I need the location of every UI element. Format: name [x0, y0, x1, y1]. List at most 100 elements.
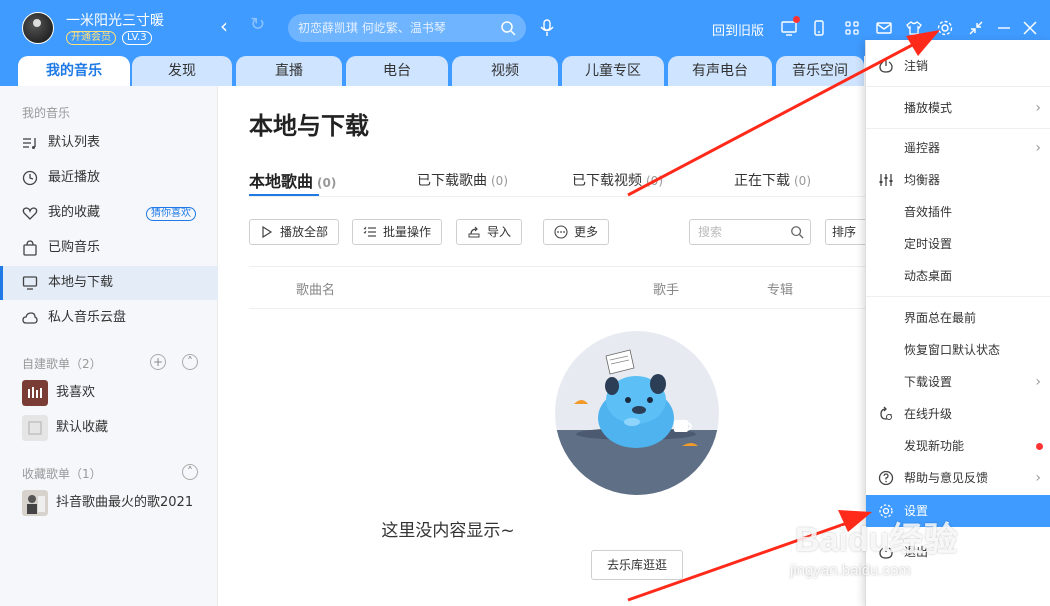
chevron-right-icon: ›: [1035, 470, 1041, 486]
vip-badge[interactable]: 开通会员: [66, 31, 116, 45]
import-icon: [468, 226, 480, 238]
menu-item-remote[interactable]: 遥控器 ›: [866, 132, 1050, 164]
menu-item-online-upgrade[interactable]: 在线升级: [866, 398, 1050, 430]
local-search-input[interactable]: [698, 224, 778, 240]
menu-item-new-features[interactable]: 发现新功能: [866, 430, 1050, 462]
tab-music-space[interactable]: 音乐空间: [776, 56, 864, 86]
search-input[interactable]: [298, 20, 488, 36]
subtab-local-songs[interactable]: 本地歌曲 (0): [249, 168, 336, 192]
mail-icon[interactable]: [875, 19, 893, 37]
menu-item-always-on-top[interactable]: 界面总在最前: [866, 302, 1050, 334]
menu-separator: [866, 128, 1050, 129]
mini-mode-icon[interactable]: [967, 19, 985, 37]
import-button[interactable]: 导入: [456, 219, 523, 245]
batch-operation-button[interactable]: 批量操作: [352, 219, 443, 245]
playlist-item-liked[interactable]: 我喜欢: [0, 376, 218, 410]
created-playlists-title: 自建歌单（2）: [22, 357, 102, 371]
column-album[interactable]: 专辑: [767, 279, 793, 298]
music-list-icon: [23, 138, 36, 149]
equalizer-icon: [879, 174, 893, 186]
help-icon: [878, 470, 894, 486]
refresh-icon[interactable]: ↻: [250, 14, 265, 35]
collected-playlists-title: 收藏歌单（1）: [22, 467, 102, 481]
settings-gear-icon[interactable]: [936, 19, 954, 37]
back-arrow-icon[interactable]: ‹: [220, 14, 228, 38]
skin-icon[interactable]: [905, 19, 923, 37]
search-icon[interactable]: [500, 20, 516, 36]
menu-separator: [866, 86, 1050, 87]
page-title: 本地与下载: [249, 112, 369, 140]
sidebar-item-cloud[interactable]: 私人音乐云盘: [0, 301, 218, 335]
divider: [249, 196, 865, 197]
collapse-up-icon[interactable]: ˄: [182, 464, 198, 480]
sidebar-item-local-download[interactable]: 本地与下载: [0, 266, 218, 300]
apps-grid-icon[interactable]: [843, 19, 861, 37]
close-icon[interactable]: [1021, 19, 1039, 37]
play-all-button[interactable]: 播放全部: [249, 219, 340, 245]
level-badge[interactable]: LV.3: [122, 31, 152, 45]
column-artist[interactable]: 歌手: [653, 279, 679, 298]
go-to-library-button[interactable]: 去乐库逛逛: [591, 550, 683, 580]
upgrade-icon: [880, 406, 892, 420]
sidebar-item-label: 已购音乐: [48, 240, 101, 255]
sidebar-item-purchased[interactable]: 已购音乐: [0, 231, 218, 265]
tab-audio-radio[interactable]: 有声电台: [668, 56, 772, 86]
tab-video[interactable]: 视频: [452, 56, 558, 86]
sidebar-item-default-list[interactable]: 默认列表: [0, 126, 218, 160]
sidebar-item-label: 默认列表: [48, 135, 101, 150]
sidebar-item-favorites[interactable]: 我的收藏 猜你喜欢: [0, 196, 218, 230]
tab-discover[interactable]: 发现: [132, 56, 232, 86]
logout-icon: [879, 60, 893, 73]
menu-item-timer[interactable]: 定时设置: [866, 228, 1050, 260]
subtab-downloaded-videos[interactable]: 已下载视频 (0): [572, 170, 663, 190]
playlist-item-douyin[interactable]: 抖音歌曲最火的歌2021: [0, 486, 218, 520]
more-icon: [554, 225, 568, 239]
menu-item-sound-plugin[interactable]: 音效插件: [866, 196, 1050, 228]
sidebar-item-label: 我的收藏: [48, 205, 101, 220]
guess-you-like-badge[interactable]: 猜你喜欢: [146, 207, 196, 221]
baidu-watermark-url: jingyan.baidu.com: [790, 562, 911, 579]
local-search-box[interactable]: [689, 219, 811, 245]
search-icon[interactable]: [790, 225, 804, 239]
menu-item-dynamic-desktop[interactable]: 动态桌面: [866, 260, 1050, 292]
play-icon: [262, 225, 273, 239]
collapse-up-icon[interactable]: ˄: [182, 354, 198, 370]
tab-radio[interactable]: 电台: [346, 56, 448, 86]
menu-item-equalizer[interactable]: 均衡器: [866, 164, 1050, 196]
voice-search-icon[interactable]: [538, 18, 556, 38]
sidebar-item-label: 本地与下载: [48, 275, 114, 290]
new-feature-dot: [1036, 443, 1043, 450]
phone-icon[interactable]: [810, 19, 828, 37]
divider: [249, 266, 865, 267]
column-song-name[interactable]: 歌曲名: [296, 279, 335, 298]
sidebar-item-label: 最近播放: [48, 170, 101, 185]
subtab-downloading[interactable]: 正在下载 (0): [734, 170, 811, 190]
menu-item-logout[interactable]: 注销: [866, 50, 1050, 82]
menu-separator: [866, 296, 1050, 297]
baidu-watermark: Baidu经验: [795, 521, 958, 559]
subtab-downloaded-songs[interactable]: 已下载歌曲 (0): [417, 170, 508, 190]
search-box[interactable]: [288, 14, 526, 42]
sidebar-item-label: 私人音乐云盘: [48, 310, 127, 325]
menu-item-download-settings[interactable]: 下载设置 ›: [866, 366, 1050, 398]
active-subtab-indicator: [249, 194, 319, 196]
username[interactable]: 一米阳光三寸暖: [66, 10, 164, 30]
menu-item-help-feedback[interactable]: 帮助与意见反馈 ›: [866, 462, 1050, 494]
playlist-item-default-collection[interactable]: 默认收藏: [0, 411, 218, 445]
tab-my-music[interactable]: 我的音乐: [18, 56, 130, 86]
back-to-old-version[interactable]: 回到旧版: [712, 20, 764, 39]
menu-item-restore-window[interactable]: 恢复窗口默认状态: [866, 334, 1050, 366]
avatar[interactable]: [22, 12, 54, 44]
add-playlist-icon[interactable]: +: [150, 354, 166, 370]
more-button[interactable]: 更多: [543, 219, 610, 245]
menu-item-play-mode[interactable]: 播放模式 ›: [866, 92, 1050, 124]
sort-button[interactable]: 排序: [825, 219, 865, 245]
empty-state-illustration: [555, 331, 719, 495]
cloud-icon: [22, 312, 38, 324]
empty-state-text: 这里没内容显示~: [381, 521, 515, 541]
tab-live[interactable]: 直播: [236, 56, 342, 86]
sidebar-item-recent[interactable]: 最近播放: [0, 161, 218, 195]
minimize-icon[interactable]: [995, 19, 1013, 37]
batch-list-icon: [363, 226, 376, 237]
tab-kids[interactable]: 儿童专区: [562, 56, 664, 86]
